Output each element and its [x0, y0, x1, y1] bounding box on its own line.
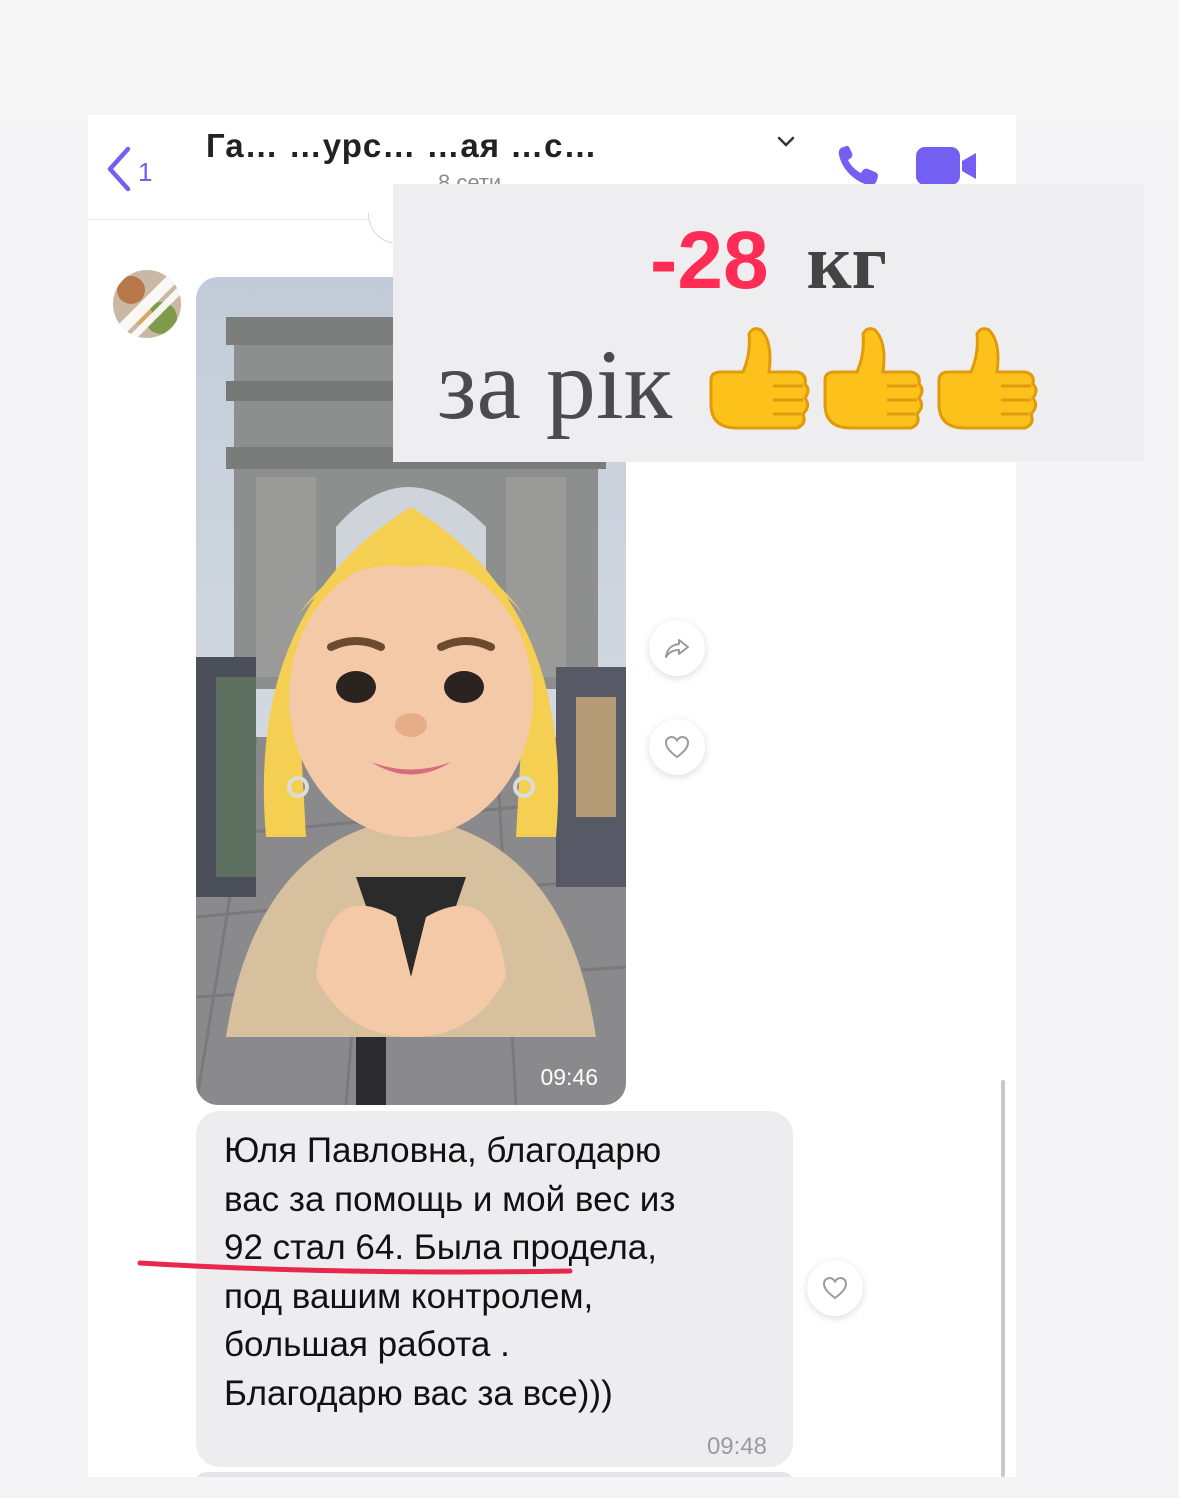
- like-message-button[interactable]: [807, 1260, 863, 1316]
- phone-call-icon[interactable]: [834, 143, 884, 189]
- weight-loss-line: -28 кг: [393, 214, 1144, 308]
- message-line: большая работа .: [224, 1325, 510, 1364]
- chevron-down-icon[interactable]: [776, 135, 796, 149]
- avatar-image: [113, 270, 181, 338]
- backdrop-top: [0, 0, 1179, 120]
- message-line: Благодарю вас за все))): [224, 1373, 613, 1413]
- message-line: вас за помощь и мой вес из: [224, 1179, 676, 1219]
- unread-count: 1: [138, 157, 153, 187]
- sender-avatar[interactable]: [113, 270, 181, 338]
- back-button[interactable]: 1: [104, 145, 154, 195]
- thumbs-up-emojis: [703, 324, 1043, 445]
- next-message-edge: [196, 1472, 793, 1477]
- period-line: за рік: [437, 324, 1043, 445]
- scrollbar[interactable]: [1001, 1080, 1005, 1477]
- period-text: за рік: [437, 329, 673, 440]
- video-call-icon[interactable]: [914, 145, 980, 187]
- result-overlay: -28 кг за рік: [393, 184, 1144, 462]
- thumbs-up-icon: [709, 327, 1038, 430]
- photo-timestamp: 09:46: [540, 1064, 598, 1090]
- message-line: Юля Павловна, благодарю: [224, 1131, 662, 1170]
- text-message[interactable]: Юля Павловна, благодарю вас за помощь и …: [196, 1111, 793, 1467]
- like-photo-button[interactable]: [649, 719, 705, 775]
- message-timestamp: 09:48: [706, 1433, 767, 1460]
- message-line: под вашим контролем,: [224, 1276, 594, 1316]
- heart-icon: [664, 735, 690, 759]
- weight-change: -28: [650, 215, 769, 306]
- heart-icon: [822, 1276, 848, 1300]
- chevron-left-icon: [107, 146, 131, 192]
- chat-title[interactable]: Га… …урс… …ая …с…: [206, 127, 598, 165]
- share-arrow-icon: [665, 639, 689, 658]
- red-underline-mark: [137, 1260, 573, 1275]
- weight-unit: кг: [806, 218, 887, 305]
- backdrop-left: [0, 120, 88, 1498]
- forward-button[interactable]: [649, 620, 705, 676]
- backdrop-bottom: [0, 1475, 1179, 1498]
